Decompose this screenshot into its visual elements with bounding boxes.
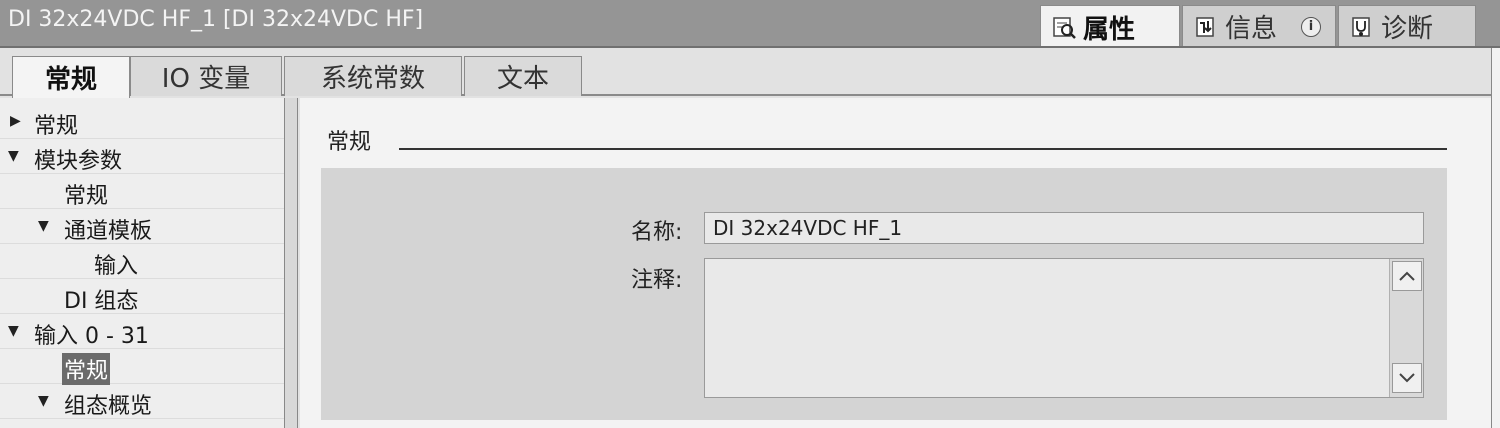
- tab-info-label: 信息: [1225, 14, 1278, 44]
- collapse-arrow-icon[interactable]: ▼: [8, 148, 19, 164]
- navigation-tree: ▶ 常规 ▼ 模块参数 常规 ▼ 通道模板 输入 DI 组态 ▼ 输入 0 - …: [0, 98, 284, 428]
- tree-scrollbar[interactable]: [284, 98, 298, 428]
- diagnostics-icon: [1349, 14, 1375, 40]
- comment-label: 注释:: [631, 268, 683, 293]
- tree-item-general[interactable]: ▶ 常规: [0, 104, 284, 139]
- tree-item-module-general[interactable]: 常规: [0, 174, 284, 209]
- collapse-arrow-icon[interactable]: ▼: [8, 323, 19, 339]
- scroll-down-button[interactable]: [1392, 363, 1422, 393]
- tree-item-di-configuration[interactable]: DI 组态: [0, 279, 284, 314]
- tab-texts[interactable]: 文本: [464, 56, 582, 96]
- chevron-down-icon: [1399, 373, 1415, 383]
- chevron-up-icon: [1399, 271, 1415, 281]
- tree-item-channel-template[interactable]: ▼ 通道模板: [0, 209, 284, 244]
- properties-panel: 常规 名称: 注释:: [300, 98, 1491, 428]
- window-title: DI 32x24VDC HF_1 [DI 32x24VDC HF]: [8, 7, 424, 32]
- tree-item-label: 常规: [34, 114, 79, 139]
- name-label: 名称:: [631, 220, 683, 245]
- comment-field[interactable]: [704, 258, 1424, 398]
- tree-item-label: 输入 0 - 31: [34, 324, 149, 349]
- expand-arrow-icon[interactable]: ▶: [10, 113, 21, 129]
- tab-system-constants-label: 系统常数: [320, 64, 425, 94]
- section-title: 常规: [327, 130, 372, 155]
- properties-icon: [1051, 14, 1077, 40]
- collapse-arrow-icon[interactable]: ▼: [38, 218, 49, 234]
- inspector-tabs: 属性 信息 i 诊断: [1040, 5, 1478, 48]
- tree-item-label: 模块参数: [34, 149, 123, 174]
- tab-general-label: 常规: [44, 65, 97, 95]
- tab-diagnostics[interactable]: 诊断: [1338, 5, 1476, 47]
- collapse-arrow-icon[interactable]: ▼: [38, 393, 49, 409]
- right-edge-panel: [1491, 48, 1500, 428]
- section-divider: [399, 148, 1447, 150]
- tab-texts-label: 文本: [496, 64, 549, 94]
- tab-general[interactable]: 常规: [12, 56, 130, 98]
- tab-properties-label: 属性: [1083, 14, 1136, 45]
- tree-item-label: DI 组态: [64, 289, 139, 314]
- tree-item-label: 常规: [64, 184, 109, 209]
- general-form: 名称: 注释:: [321, 168, 1447, 420]
- tab-properties[interactable]: 属性: [1040, 5, 1180, 48]
- tree-item-label-selected: 常规: [62, 353, 111, 385]
- tab-diagnostics-label: 诊断: [1381, 14, 1434, 44]
- tree-item-module-parameters[interactable]: ▼ 模块参数: [0, 139, 284, 174]
- tree-item-template-inputs[interactable]: 输入: [0, 244, 284, 279]
- info-badge-icon: i: [1301, 16, 1322, 37]
- name-field[interactable]: [704, 212, 1424, 244]
- tree-item-label: 输入: [94, 254, 139, 279]
- tab-io-tags-label: IO 变量: [161, 64, 251, 94]
- tab-io-tags[interactable]: IO 变量: [130, 56, 282, 96]
- section-tabs: 常规 IO 变量 系统常数 文本: [0, 48, 1491, 98]
- info-icon: [1193, 14, 1219, 40]
- scroll-up-button[interactable]: [1392, 261, 1422, 291]
- tree-item-label: 通道模板: [64, 219, 153, 244]
- tree-item-inputs-0-31[interactable]: ▼ 输入 0 - 31: [0, 314, 284, 349]
- comment-scrollbar[interactable]: [1389, 259, 1423, 397]
- tree-item-label: 组态概览: [64, 394, 153, 419]
- tree-item-inputs-general[interactable]: 常规: [0, 349, 284, 385]
- title-bar: DI 32x24VDC HF_1 [DI 32x24VDC HF] 属性 信息 …: [0, 0, 1500, 48]
- tab-system-constants[interactable]: 系统常数: [284, 56, 462, 96]
- tab-info[interactable]: 信息 i: [1182, 5, 1336, 47]
- tree-item-configuration-overview[interactable]: ▼ 组态概览: [0, 384, 284, 419]
